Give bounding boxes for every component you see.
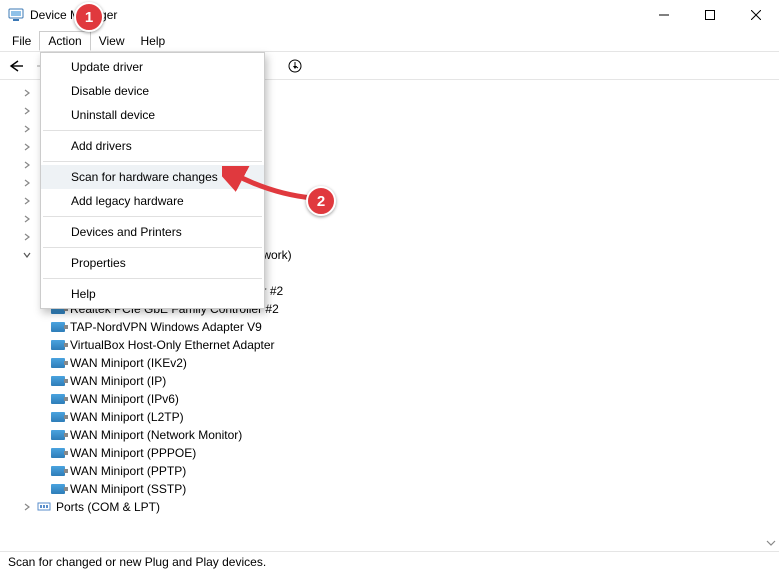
- tree-item-adapter[interactable]: WAN Miniport (L2TP): [8, 408, 779, 426]
- menu-file[interactable]: File: [4, 32, 39, 50]
- chevron-right-icon[interactable]: [20, 212, 34, 226]
- tree-item-label: WAN Miniport (SSTP): [70, 482, 186, 496]
- action-menu-item[interactable]: Scan for hardware changes: [41, 165, 264, 189]
- chevron-right-icon[interactable]: [20, 176, 34, 190]
- tree-category-collapsed[interactable]: Ports (COM & LPT): [8, 498, 779, 516]
- network-adapter-icon: [50, 355, 66, 371]
- network-adapter-icon: [50, 409, 66, 425]
- chevron-down-icon[interactable]: [20, 248, 34, 262]
- tree-item-label: WAN Miniport (L2TP): [70, 410, 184, 424]
- tree-item-label: WAN Miniport (IPv6): [70, 392, 179, 406]
- tree-item-label: WAN Miniport (PPPOE): [70, 446, 196, 460]
- menu-separator: [43, 161, 262, 162]
- tree-category-label: Ports (COM & LPT): [56, 500, 160, 514]
- tree-item-adapter[interactable]: WAN Miniport (PPPOE): [8, 444, 779, 462]
- network-adapter-icon: [50, 445, 66, 461]
- action-menu-item[interactable]: Properties: [41, 251, 264, 275]
- tree-item-adapter[interactable]: WAN Miniport (SSTP): [8, 480, 779, 498]
- scan-hardware-button[interactable]: [283, 54, 307, 78]
- app-icon: [8, 7, 24, 23]
- tree-item-label: WAN Miniport (Network Monitor): [70, 428, 242, 442]
- network-adapter-icon: [50, 427, 66, 443]
- menu-separator: [43, 216, 262, 217]
- tree-item-adapter[interactable]: WAN Miniport (IP): [8, 372, 779, 390]
- ports-icon: [36, 499, 52, 515]
- network-adapter-icon: [50, 319, 66, 335]
- statusbar-text: Scan for changed or new Plug and Play de…: [8, 555, 266, 569]
- action-menu-item[interactable]: Devices and Printers: [41, 220, 264, 244]
- tree-item-adapter[interactable]: WAN Miniport (IKEv2): [8, 354, 779, 372]
- minimize-button[interactable]: [641, 0, 687, 30]
- chevron-right-icon[interactable]: [20, 500, 34, 514]
- action-menu-item[interactable]: Disable device: [41, 79, 264, 103]
- tree-item-label: WAN Miniport (IP): [70, 374, 166, 388]
- menu-action[interactable]: Action: [39, 31, 90, 51]
- titlebar: Device Manager: [0, 0, 779, 30]
- tree-item-label: TAP-NordVPN Windows Adapter V9: [70, 320, 262, 334]
- action-menu-dropdown: Update driverDisable deviceUninstall dev…: [40, 52, 265, 309]
- chevron-right-icon[interactable]: [20, 194, 34, 208]
- chevron-right-icon[interactable]: [20, 86, 34, 100]
- chevron-right-icon[interactable]: [20, 230, 34, 244]
- menu-separator: [43, 130, 262, 131]
- network-adapter-icon: [50, 481, 66, 497]
- tree-item-adapter[interactable]: WAN Miniport (IPv6): [8, 390, 779, 408]
- menubar: FileActionViewHelp: [0, 30, 779, 52]
- chevron-right-icon[interactable]: [20, 122, 34, 136]
- tree-item-label: WAN Miniport (IKEv2): [70, 356, 187, 370]
- annotation-badge-2: 2: [306, 186, 336, 216]
- action-menu-item[interactable]: Update driver: [41, 55, 264, 79]
- maximize-button[interactable]: [687, 0, 733, 30]
- annotation-badge-1: 1: [74, 2, 104, 32]
- action-menu-item[interactable]: Add legacy hardware: [41, 189, 264, 213]
- network-adapter-icon: [50, 373, 66, 389]
- back-button[interactable]: [4, 54, 28, 78]
- network-adapter-icon: [50, 337, 66, 353]
- menu-separator: [43, 278, 262, 279]
- menu-separator: [43, 247, 262, 248]
- tree-item-label: WAN Miniport (PPTP): [70, 464, 186, 478]
- menu-view[interactable]: View: [91, 32, 133, 50]
- tree-item-adapter[interactable]: VirtualBox Host-Only Ethernet Adapter: [8, 336, 779, 354]
- action-menu-item[interactable]: Uninstall device: [41, 103, 264, 127]
- chevron-right-icon[interactable]: [20, 140, 34, 154]
- tree-item-adapter[interactable]: WAN Miniport (Network Monitor): [8, 426, 779, 444]
- action-menu-item[interactable]: Help: [41, 282, 264, 306]
- tree-item-adapter[interactable]: TAP-NordVPN Windows Adapter V9: [8, 318, 779, 336]
- network-adapter-icon: [50, 463, 66, 479]
- close-button[interactable]: [733, 0, 779, 30]
- network-adapter-icon: [50, 391, 66, 407]
- chevron-right-icon[interactable]: [20, 158, 34, 172]
- statusbar: Scan for changed or new Plug and Play de…: [0, 551, 779, 571]
- tree-item-label: VirtualBox Host-Only Ethernet Adapter: [70, 338, 275, 352]
- chevron-right-icon[interactable]: [20, 104, 34, 118]
- menu-help[interactable]: Help: [133, 32, 174, 50]
- action-menu-item[interactable]: Add drivers: [41, 134, 264, 158]
- tree-item-adapter[interactable]: WAN Miniport (PPTP): [8, 462, 779, 480]
- scroll-down-icon[interactable]: [762, 534, 779, 551]
